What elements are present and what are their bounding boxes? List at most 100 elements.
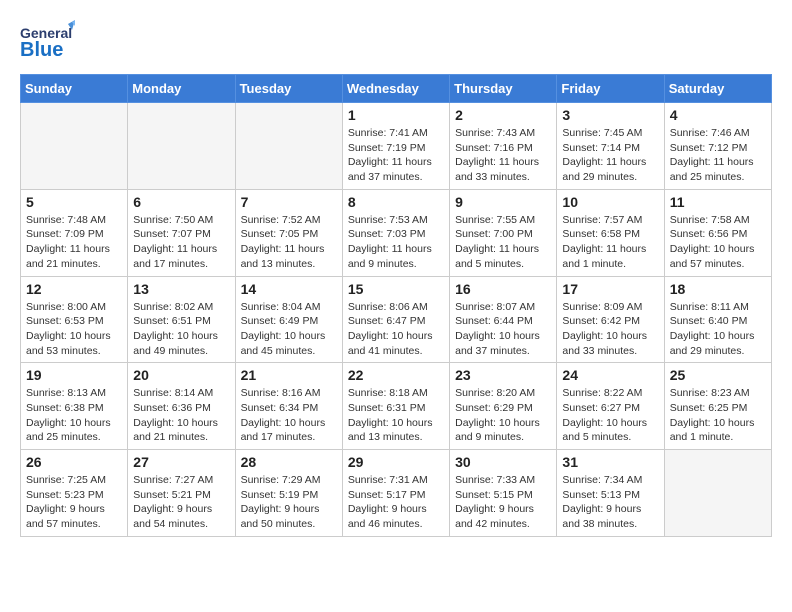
day-number: 9 [455, 194, 551, 210]
day-info: Sunrise: 7:52 AM Sunset: 7:05 PM Dayligh… [241, 213, 337, 272]
day-number: 8 [348, 194, 444, 210]
day-info: Sunrise: 7:33 AM Sunset: 5:15 PM Dayligh… [455, 473, 551, 532]
day-number: 17 [562, 281, 658, 297]
calendar-cell: 30 Sunrise: 7:33 AM Sunset: 5:15 PM Dayli… [450, 450, 557, 537]
day-info: Sunrise: 7:25 AM Sunset: 5:23 PM Dayligh… [26, 473, 122, 532]
weekday-header-monday: Monday [128, 75, 235, 103]
day-info: Sunrise: 8:00 AM Sunset: 6:53 PM Dayligh… [26, 300, 122, 359]
day-number: 29 [348, 454, 444, 470]
day-number: 14 [241, 281, 337, 297]
day-number: 13 [133, 281, 229, 297]
day-info: Sunrise: 7:29 AM Sunset: 5:19 PM Dayligh… [241, 473, 337, 532]
day-info: Sunrise: 8:09 AM Sunset: 6:42 PM Dayligh… [562, 300, 658, 359]
calendar-cell: 23 Sunrise: 8:20 AM Sunset: 6:29 PM Dayli… [450, 363, 557, 450]
calendar-cell: 31 Sunrise: 7:34 AM Sunset: 5:13 PM Dayli… [557, 450, 664, 537]
day-number: 11 [670, 194, 766, 210]
calendar-cell: 24 Sunrise: 8:22 AM Sunset: 6:27 PM Dayli… [557, 363, 664, 450]
calendar-cell [664, 450, 771, 537]
day-number: 28 [241, 454, 337, 470]
calendar-cell [128, 103, 235, 190]
weekday-header-thursday: Thursday [450, 75, 557, 103]
day-info: Sunrise: 8:22 AM Sunset: 6:27 PM Dayligh… [562, 386, 658, 445]
day-number: 19 [26, 367, 122, 383]
calendar-cell: 16 Sunrise: 8:07 AM Sunset: 6:44 PM Dayli… [450, 276, 557, 363]
svg-text:Blue: Blue [20, 39, 63, 61]
day-info: Sunrise: 8:06 AM Sunset: 6:47 PM Dayligh… [348, 300, 444, 359]
calendar-cell: 17 Sunrise: 8:09 AM Sunset: 6:42 PM Dayli… [557, 276, 664, 363]
day-number: 1 [348, 107, 444, 123]
day-number: 23 [455, 367, 551, 383]
calendar-cell: 13 Sunrise: 8:02 AM Sunset: 6:51 PM Dayli… [128, 276, 235, 363]
calendar-cell: 18 Sunrise: 8:11 AM Sunset: 6:40 PM Dayli… [664, 276, 771, 363]
day-info: Sunrise: 8:02 AM Sunset: 6:51 PM Dayligh… [133, 300, 229, 359]
calendar-cell: 11 Sunrise: 7:58 AM Sunset: 6:56 PM Dayli… [664, 189, 771, 276]
day-info: Sunrise: 7:31 AM Sunset: 5:17 PM Dayligh… [348, 473, 444, 532]
day-info: Sunrise: 8:07 AM Sunset: 6:44 PM Dayligh… [455, 300, 551, 359]
day-number: 6 [133, 194, 229, 210]
weekday-header-saturday: Saturday [664, 75, 771, 103]
calendar-cell: 26 Sunrise: 7:25 AM Sunset: 5:23 PM Dayli… [21, 450, 128, 537]
weekday-header-row: SundayMondayTuesdayWednesdayThursdayFrid… [21, 75, 772, 103]
day-info: Sunrise: 8:13 AM Sunset: 6:38 PM Dayligh… [26, 386, 122, 445]
weekday-header-tuesday: Tuesday [235, 75, 342, 103]
day-number: 25 [670, 367, 766, 383]
calendar-cell [235, 103, 342, 190]
logo-svg: General Blue [20, 20, 75, 64]
calendar-cell: 27Sunrise: 7:27 AM Sunset: 5:21 PM Dayli… [128, 450, 235, 537]
day-info: Sunrise: 8:20 AM Sunset: 6:29 PM Dayligh… [455, 386, 551, 445]
day-info: Sunrise: 7:50 AM Sunset: 7:07 PM Dayligh… [133, 213, 229, 272]
calendar-cell: 21 Sunrise: 8:16 AM Sunset: 6:34 PM Dayli… [235, 363, 342, 450]
day-info: Sunrise: 8:04 AM Sunset: 6:49 PM Dayligh… [241, 300, 337, 359]
logo: General Blue [20, 20, 75, 64]
day-info: Sunrise: 7:48 AM Sunset: 7:09 PM Dayligh… [26, 213, 122, 272]
calendar-cell: 1 Sunrise: 7:41 AM Sunset: 7:19 PM Daylig… [342, 103, 449, 190]
day-number: 31 [562, 454, 658, 470]
day-number: 18 [670, 281, 766, 297]
day-info: Sunrise: 8:14 AM Sunset: 6:36 PM Dayligh… [133, 386, 229, 445]
day-info: Sunrise: 8:16 AM Sunset: 6:34 PM Dayligh… [241, 386, 337, 445]
day-info: Sunrise: 8:18 AM Sunset: 6:31 PM Dayligh… [348, 386, 444, 445]
week-row-2: 5 Sunrise: 7:48 AM Sunset: 7:09 PM Daylig… [21, 189, 772, 276]
calendar-cell: 10 Sunrise: 7:57 AM Sunset: 6:58 PM Dayli… [557, 189, 664, 276]
day-number: 16 [455, 281, 551, 297]
day-number: 26 [26, 454, 122, 470]
calendar-cell: 4Sunrise: 7:46 AM Sunset: 7:12 PM Daylig… [664, 103, 771, 190]
calendar-cell: 6 Sunrise: 7:50 AM Sunset: 7:07 PM Daylig… [128, 189, 235, 276]
calendar-cell: 25 Sunrise: 8:23 AM Sunset: 6:25 PM Dayli… [664, 363, 771, 450]
calendar-cell [21, 103, 128, 190]
day-number: 24 [562, 367, 658, 383]
weekday-header-sunday: Sunday [21, 75, 128, 103]
day-number: 12 [26, 281, 122, 297]
weekday-header-wednesday: Wednesday [342, 75, 449, 103]
calendar-cell: 5 Sunrise: 7:48 AM Sunset: 7:09 PM Daylig… [21, 189, 128, 276]
calendar-cell: 2Sunrise: 7:43 AM Sunset: 7:16 PM Daylig… [450, 103, 557, 190]
week-row-1: 1 Sunrise: 7:41 AM Sunset: 7:19 PM Daylig… [21, 103, 772, 190]
calendar-cell: 22 Sunrise: 8:18 AM Sunset: 6:31 PM Dayli… [342, 363, 449, 450]
day-info: Sunrise: 7:58 AM Sunset: 6:56 PM Dayligh… [670, 213, 766, 272]
day-info: Sunrise: 7:41 AM Sunset: 7:19 PM Dayligh… [348, 126, 444, 185]
calendar-cell: 9 Sunrise: 7:55 AM Sunset: 7:00 PM Daylig… [450, 189, 557, 276]
day-info: Sunrise: 7:34 AM Sunset: 5:13 PM Dayligh… [562, 473, 658, 532]
day-number: 30 [455, 454, 551, 470]
day-number: 3 [562, 107, 658, 123]
calendar-table: SundayMondayTuesdayWednesdayThursdayFrid… [20, 74, 772, 537]
calendar-cell: 28 Sunrise: 7:29 AM Sunset: 5:19 PM Dayli… [235, 450, 342, 537]
calendar-cell: 3Sunrise: 7:45 AM Sunset: 7:14 PM Daylig… [557, 103, 664, 190]
day-number: 15 [348, 281, 444, 297]
day-number: 5 [26, 194, 122, 210]
day-number: 27 [133, 454, 229, 470]
day-info: Sunrise: 7:55 AM Sunset: 7:00 PM Dayligh… [455, 213, 551, 272]
day-number: 7 [241, 194, 337, 210]
day-info: Sunrise: 8:23 AM Sunset: 6:25 PM Dayligh… [670, 386, 766, 445]
calendar-cell: 29 Sunrise: 7:31 AM Sunset: 5:17 PM Dayli… [342, 450, 449, 537]
day-info: Sunrise: 7:57 AM Sunset: 6:58 PM Dayligh… [562, 213, 658, 272]
day-number: 22 [348, 367, 444, 383]
day-number: 4 [670, 107, 766, 123]
calendar-cell: 8Sunrise: 7:53 AM Sunset: 7:03 PM Daylig… [342, 189, 449, 276]
header: General Blue [20, 20, 772, 64]
day-number: 10 [562, 194, 658, 210]
calendar-cell: 19 Sunrise: 8:13 AM Sunset: 6:38 PM Dayli… [21, 363, 128, 450]
calendar-cell: 14 Sunrise: 8:04 AM Sunset: 6:49 PM Dayli… [235, 276, 342, 363]
day-number: 21 [241, 367, 337, 383]
day-info: Sunrise: 8:11 AM Sunset: 6:40 PM Dayligh… [670, 300, 766, 359]
